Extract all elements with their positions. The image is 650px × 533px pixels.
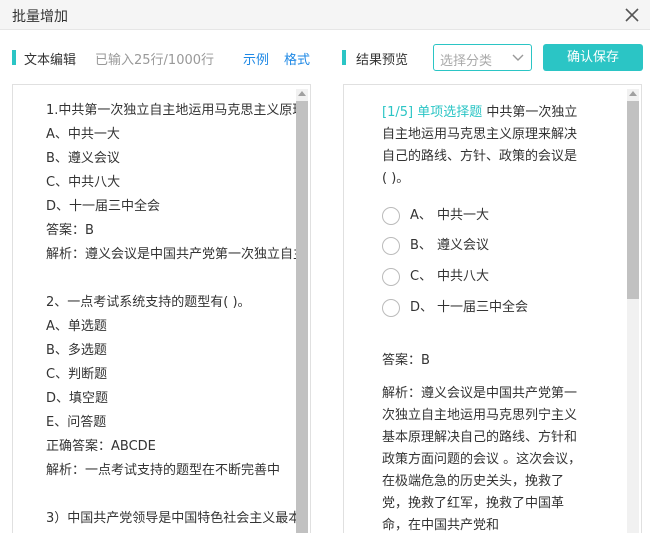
editor-line: 解析：一点考试支持的题型在不断完善中 bbox=[46, 463, 281, 478]
preview-scrollbar[interactable] bbox=[627, 89, 639, 533]
option-text: 中共一大 bbox=[437, 208, 490, 223]
option-text: 十一届三中全会 bbox=[437, 300, 529, 315]
text-editor-panel[interactable]: 1.中共第一次独立自主地运用马克思主义原理来解决自己的路线、方针、政策的会议是(… bbox=[12, 84, 311, 533]
preview-scrollbar-thumb[interactable] bbox=[627, 101, 639, 299]
preview-question: [1/5] 单项选择题 中共第一次独立自主地运用马克思主义原理来解决自己的路线、… bbox=[382, 102, 582, 190]
question-type-tag: [1/5] 单项选择题 bbox=[382, 105, 483, 120]
editor-text-area[interactable]: 1.中共第一次独立自主地运用马克思主义原理来解决自己的路线、方针、政策的会议是(… bbox=[46, 99, 296, 531]
option-letter: A、 bbox=[410, 208, 432, 223]
editor-line: B、遵义会议 bbox=[46, 151, 120, 166]
radio-icon[interactable] bbox=[382, 268, 400, 286]
close-icon[interactable] bbox=[620, 3, 644, 27]
preview-analysis: 解析：遵义会议是中国共产党第一次独立自主地运用马克思列宁主义基本原理解决自己的路… bbox=[382, 386, 582, 533]
scroll-up-arrow-icon[interactable] bbox=[298, 91, 306, 96]
category-select[interactable]: 选择分类 bbox=[433, 44, 532, 71]
radio-icon[interactable] bbox=[382, 237, 400, 255]
dialog-titlebar: 批量增加 bbox=[0, 0, 650, 30]
editor-line: 1.中共第一次独立自主地运用马克思主义原理来解决自己的路线、方针、政策的会议是(… bbox=[46, 103, 296, 118]
radio-icon[interactable] bbox=[382, 207, 400, 225]
editor-line: C、判断题 bbox=[46, 367, 108, 382]
option-letter: B、 bbox=[410, 238, 432, 253]
editor-line: 正确答案：ABCDE bbox=[46, 439, 156, 454]
editor-section-label: 文本编辑 bbox=[24, 53, 77, 68]
editor-line: 答案：B bbox=[46, 223, 94, 238]
editor-scrollbar[interactable] bbox=[296, 89, 308, 533]
editor-line: A、单选题 bbox=[46, 319, 107, 334]
option-text: 中共八大 bbox=[437, 269, 490, 284]
editor-line: 2、一点考试系统支持的题型有( )。 bbox=[46, 295, 251, 310]
preview-section-marker bbox=[342, 50, 346, 65]
editor-line: E、问答题 bbox=[46, 415, 107, 430]
dialog-title: 批量增加 bbox=[12, 9, 68, 25]
line-count-status: 已输入25行/1000行 bbox=[95, 53, 215, 68]
editor-line: B、多选题 bbox=[46, 343, 107, 358]
editor-line: A、中共一大 bbox=[46, 127, 120, 142]
preview-answer: 答案：B bbox=[382, 353, 430, 368]
editor-scrollbar-thumb[interactable] bbox=[296, 101, 308, 533]
option-letter: C、 bbox=[410, 269, 433, 284]
format-link[interactable]: 格式 bbox=[284, 49, 310, 68]
option-letter: D、 bbox=[410, 300, 434, 315]
category-select-placeholder: 选择分类 bbox=[440, 54, 493, 69]
editor-line: 解析：遵义会议是中国共产党第一次独立自主地运用马克思列宁主义基本原理 bbox=[46, 247, 296, 262]
editor-line: D、十一届三中全会 bbox=[46, 199, 161, 214]
confirm-save-button[interactable]: 确认保存 bbox=[543, 44, 643, 71]
radio-icon[interactable] bbox=[382, 299, 400, 317]
editor-line: C、中共八大 bbox=[46, 175, 121, 190]
preview-panel: [1/5] 单项选择题 中共第一次独立自主地运用马克思主义原理来解决自己的路线、… bbox=[343, 84, 642, 533]
preview-section-label: 结果预览 bbox=[356, 53, 409, 68]
editor-line: D、填空题 bbox=[46, 391, 109, 406]
example-link[interactable]: 示例 bbox=[243, 49, 269, 68]
scroll-up-arrow-icon[interactable] bbox=[629, 91, 637, 96]
chevron-down-icon bbox=[512, 54, 524, 61]
editor-line: 3）中国共产党领导是中国特色社会主义最本质的特征 bbox=[46, 511, 296, 526]
option-text: 遵义会议 bbox=[437, 238, 490, 253]
editor-section-marker bbox=[12, 50, 16, 65]
